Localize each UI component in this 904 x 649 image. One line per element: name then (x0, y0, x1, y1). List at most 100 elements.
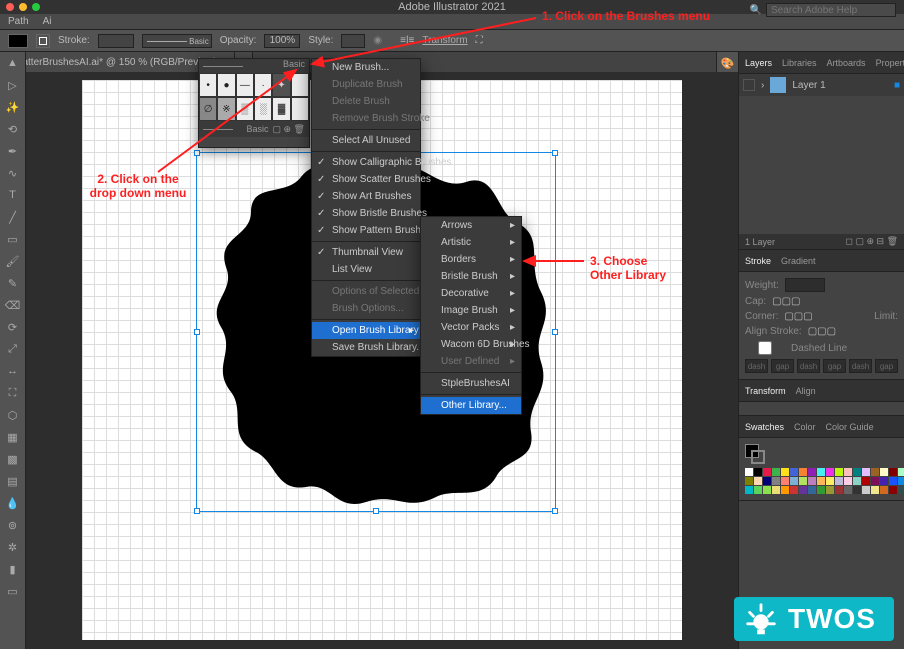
swatch-cell[interactable] (790, 468, 798, 476)
selection-tool[interactable]: ▲ (0, 52, 25, 74)
swatch-cell[interactable] (799, 486, 807, 494)
menu-item[interactable]: Vector Packs▸ (421, 319, 521, 336)
swatch-cell[interactable] (853, 486, 861, 494)
swatch-cell[interactable] (745, 486, 753, 494)
swatch-cell[interactable] (889, 486, 897, 494)
brush-thumb[interactable] (291, 73, 309, 97)
brush-thumb[interactable]: ✦ (272, 73, 290, 97)
swatch-cell[interactable] (862, 486, 870, 494)
swatch-cell[interactable] (826, 486, 834, 494)
swatch-cell[interactable] (772, 477, 780, 485)
swatch-cell[interactable] (781, 486, 789, 494)
brush-thumb[interactable]: ∅ (199, 97, 217, 121)
blend-tool[interactable]: ⊚ (0, 514, 25, 536)
tab-gradient[interactable]: Gradient (781, 256, 816, 266)
swatch-cell[interactable] (754, 477, 762, 485)
menu-item[interactable]: StpleBrushesAI (421, 375, 521, 392)
menu-item[interactable]: Save Brush Library... (312, 339, 420, 356)
swatch-cell[interactable] (799, 477, 807, 485)
swatch-cell[interactable] (898, 477, 904, 485)
swatch-cell[interactable] (844, 468, 852, 476)
brush-thumb[interactable]: ░ (254, 97, 272, 121)
brush-panel-buttons[interactable]: ▢ ⊕ 🗑 (273, 124, 305, 135)
swatch-cell[interactable] (817, 468, 825, 476)
menu-item[interactable]: Other Library... (421, 397, 521, 414)
tab-stroke[interactable]: Stroke (745, 256, 771, 266)
swatch-cell[interactable] (790, 486, 798, 494)
brush-thumb[interactable]: • (199, 73, 217, 97)
swatch-cell[interactable] (835, 477, 843, 485)
resize-handle[interactable] (194, 508, 200, 514)
cap-buttons[interactable]: ▢▢▢ (772, 296, 800, 307)
help-search-input[interactable] (766, 3, 896, 17)
swatch-cell[interactable] (871, 486, 879, 494)
brush-thumb[interactable] (291, 97, 309, 121)
swatch-cell[interactable] (754, 468, 762, 476)
swatch-cell[interactable] (844, 486, 852, 494)
menu-item[interactable]: ✓Thumbnail View (312, 244, 420, 261)
close-window-button[interactable] (6, 3, 14, 11)
maximize-window-button[interactable] (32, 3, 40, 11)
resize-handle[interactable] (552, 150, 558, 156)
layer-visibility-toggle[interactable] (743, 79, 755, 91)
minimize-window-button[interactable] (19, 3, 27, 11)
swatch-cell[interactable] (781, 468, 789, 476)
swatch-cell[interactable] (880, 486, 888, 494)
swatch-cell[interactable] (871, 477, 879, 485)
gradient-tool[interactable]: ▤ (0, 470, 25, 492)
layer-name[interactable]: Layer 1 (792, 80, 825, 91)
transform-link[interactable]: Transform (422, 35, 467, 46)
align-block[interactable]: ≡|≡ (400, 35, 414, 46)
symbol-sprayer-tool[interactable]: ✲ (0, 536, 25, 558)
swatch-cell[interactable] (898, 486, 904, 494)
brush-definition-dropdown[interactable]: Basic (142, 34, 212, 48)
resize-handle[interactable] (194, 150, 200, 156)
mesh-tool[interactable]: ▩ (0, 448, 25, 470)
menu-item[interactable]: Open Brush Library▸ (312, 322, 420, 339)
layer-panel-buttons[interactable]: ◻ ▢ ⊕ ⊟ 🗑 (846, 236, 898, 247)
perspective-tool[interactable]: ▦ (0, 426, 25, 448)
lasso-tool[interactable]: ⟲ (0, 118, 25, 140)
layer-expand-icon[interactable]: › (761, 80, 764, 91)
tab-color-guide[interactable]: Color Guide (826, 422, 874, 432)
swatch-cell[interactable] (862, 468, 870, 476)
app-menu[interactable]: Ai (43, 16, 52, 27)
swatch-cell[interactable] (808, 477, 816, 485)
swatch-cell[interactable] (799, 468, 807, 476)
resize-handle[interactable] (194, 329, 200, 335)
brush-thumb[interactable]: ※ (217, 97, 235, 121)
swatch-cell[interactable] (808, 486, 816, 494)
brush-thumb[interactable]: ● (217, 73, 235, 97)
swatch-cell[interactable] (853, 468, 861, 476)
menu-item[interactable]: Artistic▸ (421, 234, 521, 251)
swatch-cell[interactable] (763, 468, 771, 476)
swatch-cell[interactable] (880, 468, 888, 476)
free-transform-tool[interactable]: ⛶ (0, 382, 25, 404)
menu-item[interactable]: ✓Show Art Brushes (312, 188, 420, 205)
open-brush-library-submenu[interactable]: Arrows▸Artistic▸Borders▸Bristle Brush▸De… (420, 216, 522, 415)
swatch-cell[interactable] (763, 477, 771, 485)
tab-layers[interactable]: Layers (745, 58, 772, 68)
swatch-cell[interactable] (772, 486, 780, 494)
recolor-icon[interactable]: ◉ (373, 35, 382, 46)
curvature-tool[interactable]: ∿ (0, 162, 25, 184)
swatch-cell[interactable] (826, 477, 834, 485)
resize-handle[interactable] (552, 508, 558, 514)
swatch-cell[interactable] (754, 486, 762, 494)
brush-thumb[interactable]: ▒ (236, 97, 254, 121)
pen-tool[interactable]: ✒ (0, 140, 25, 162)
eraser-tool[interactable]: ⌫ (0, 294, 25, 316)
menu-item[interactable]: Select All Unused (312, 132, 420, 149)
menu-item[interactable]: List View (312, 261, 420, 278)
magic-wand-tool[interactable]: ✨ (0, 96, 25, 118)
swatch-cell[interactable] (745, 477, 753, 485)
line-tool[interactable]: ╱ (0, 206, 25, 228)
stroke-weight-input[interactable] (785, 278, 825, 292)
swatch-cell[interactable] (745, 468, 753, 476)
swatch-cell[interactable] (844, 477, 852, 485)
brush-thumb[interactable]: · (254, 73, 272, 97)
swatch-cell[interactable] (763, 486, 771, 494)
swatch-cell[interactable] (817, 477, 825, 485)
swatch-cell[interactable] (826, 468, 834, 476)
stroke-weight-input[interactable] (98, 34, 134, 48)
